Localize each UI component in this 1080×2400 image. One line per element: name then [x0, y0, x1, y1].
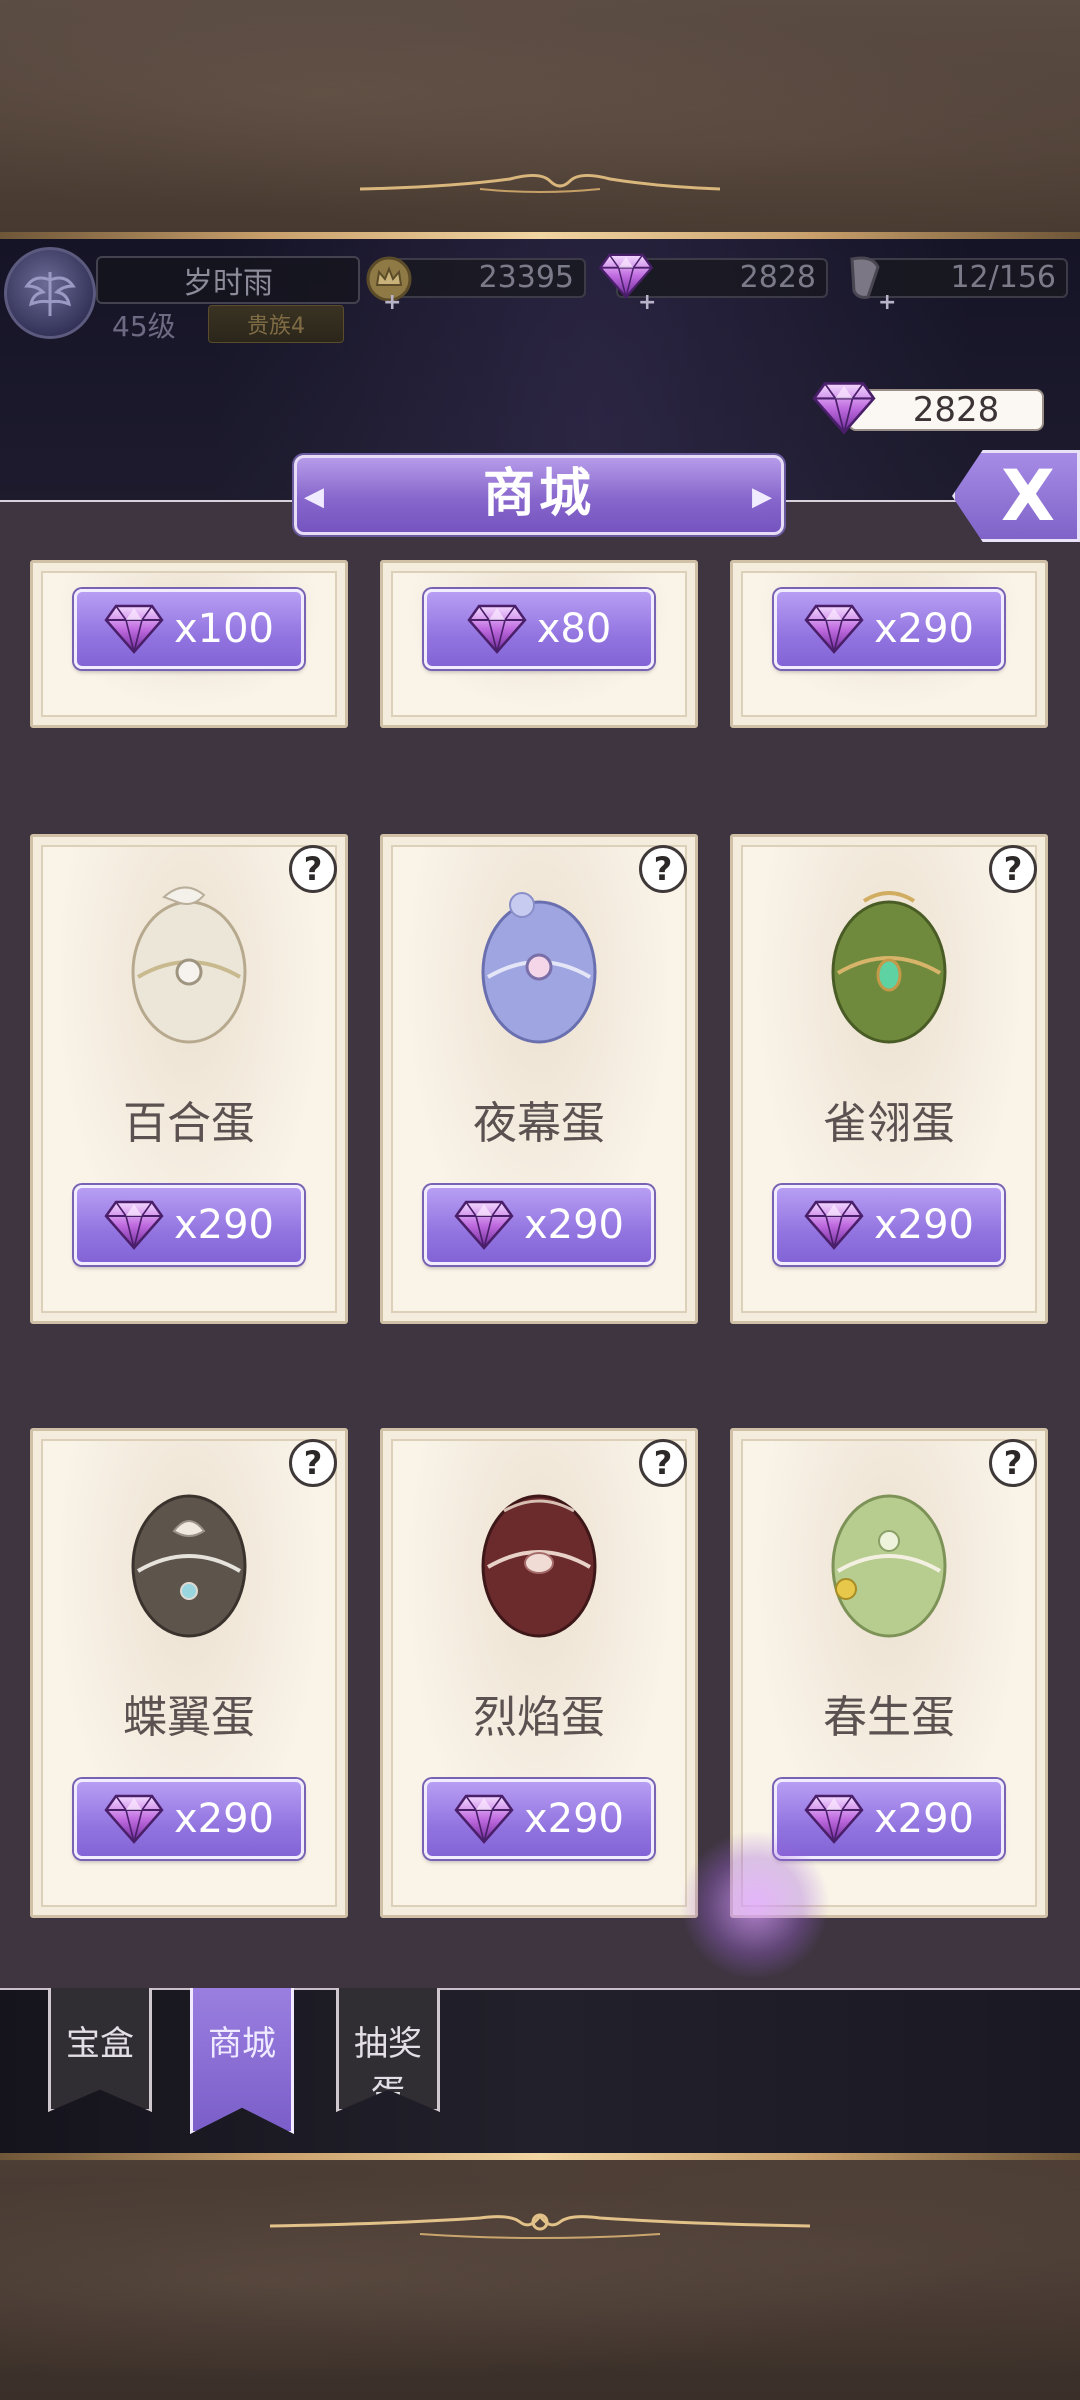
gem-icon	[104, 1794, 164, 1844]
buy-button[interactable]: x80	[424, 589, 654, 669]
buy-button[interactable]: x290	[424, 1779, 654, 1859]
egg-card-flame: ? 烈焰蛋 x290	[380, 1428, 698, 1918]
buy-button[interactable]: x290	[774, 1779, 1004, 1859]
banner-left-arrow-icon: ◀	[304, 482, 324, 512]
add-gems-button[interactable]: +	[638, 290, 656, 315]
scroll-ornament-icon	[270, 2213, 810, 2239]
price-label: x290	[523, 1796, 625, 1842]
egg-icon	[481, 892, 597, 1044]
top-gold-border	[0, 232, 1080, 239]
egg-icon	[831, 891, 947, 1044]
gem-icon	[454, 1794, 514, 1844]
wing-emblem-icon	[24, 272, 76, 316]
price-label: x290	[523, 1202, 625, 1248]
avatar[interactable]	[4, 247, 96, 339]
price-label: x290	[173, 1796, 275, 1842]
price-label: x100	[173, 606, 275, 652]
player-hud: 岁时雨 45级 贵族4 23395 + 2828 + 12/156 +	[0, 239, 1080, 359]
price-label: x290	[873, 1796, 975, 1842]
price-label: x290	[173, 1202, 275, 1248]
price-label: x290	[873, 606, 975, 652]
scroll-ornament-icon	[360, 174, 720, 193]
egg-card-peacock: ? 雀翎蛋 x290	[730, 834, 1048, 1324]
help-icon[interactable]: ?	[639, 845, 687, 893]
help-icon[interactable]: ?	[989, 1439, 1037, 1487]
gem-icon	[104, 604, 164, 654]
gem-icon	[804, 604, 864, 654]
banner-right-arrow-icon: ▶	[752, 482, 772, 512]
price-label: x80	[536, 606, 612, 652]
egg-name: 雀翎蛋	[823, 1098, 955, 1149]
help-icon[interactable]: ?	[989, 845, 1037, 893]
egg-card-lily: ? 百合蛋 x290	[30, 834, 348, 1324]
gem-icon	[454, 1200, 514, 1250]
egg-icon	[131, 1494, 247, 1638]
bottom-gold-border	[0, 2153, 1080, 2160]
tab-bar	[0, 1988, 1080, 2162]
buy-button[interactable]: x100	[74, 589, 304, 669]
buy-button[interactable]: x290	[424, 1185, 654, 1265]
buy-button[interactable]: x290	[774, 589, 1004, 669]
floating-rose-effect	[680, 1830, 830, 1980]
gem-icon	[812, 380, 876, 436]
add-gold-button[interactable]: +	[383, 290, 401, 315]
close-icon: X	[1001, 455, 1055, 537]
gem-icon	[804, 1200, 864, 1250]
egg-name: 春生蛋	[823, 1692, 955, 1743]
egg-card-night: ? 夜幕蛋 x290	[380, 834, 698, 1324]
gem-balance: 2828	[848, 389, 1044, 431]
egg-icon	[131, 886, 247, 1044]
egg-name: 百合蛋	[123, 1098, 255, 1149]
help-icon[interactable]: ?	[289, 845, 337, 893]
add-stamina-button[interactable]: +	[878, 290, 896, 315]
egg-icon	[481, 1494, 597, 1638]
gem-icon	[804, 1794, 864, 1844]
price-label: x290	[873, 1202, 975, 1248]
buy-button[interactable]: x290	[74, 1779, 304, 1859]
egg-icon	[831, 1494, 947, 1638]
shop-card: x290	[730, 560, 1048, 728]
rank-badge: 贵族4	[208, 305, 344, 343]
player-name: 岁时雨	[96, 256, 360, 304]
egg-name: 烈焰蛋	[473, 1692, 605, 1743]
egg-card-butterfly: ? 蝶翼蛋 x290	[30, 1428, 348, 1918]
buy-button[interactable]: x290	[774, 1185, 1004, 1265]
gem-icon	[104, 1200, 164, 1250]
gem-icon	[467, 604, 527, 654]
buy-button[interactable]: x290	[74, 1185, 304, 1265]
player-level: 45级	[112, 310, 176, 343]
shop-title: 商城	[294, 455, 784, 535]
egg-name: 夜幕蛋	[473, 1098, 605, 1149]
help-icon[interactable]: ?	[289, 1439, 337, 1487]
egg-name: 蝶翼蛋	[123, 1692, 255, 1743]
help-icon[interactable]: ?	[639, 1439, 687, 1487]
shop-card: x100	[30, 560, 348, 728]
shop-card: x80	[380, 560, 698, 728]
